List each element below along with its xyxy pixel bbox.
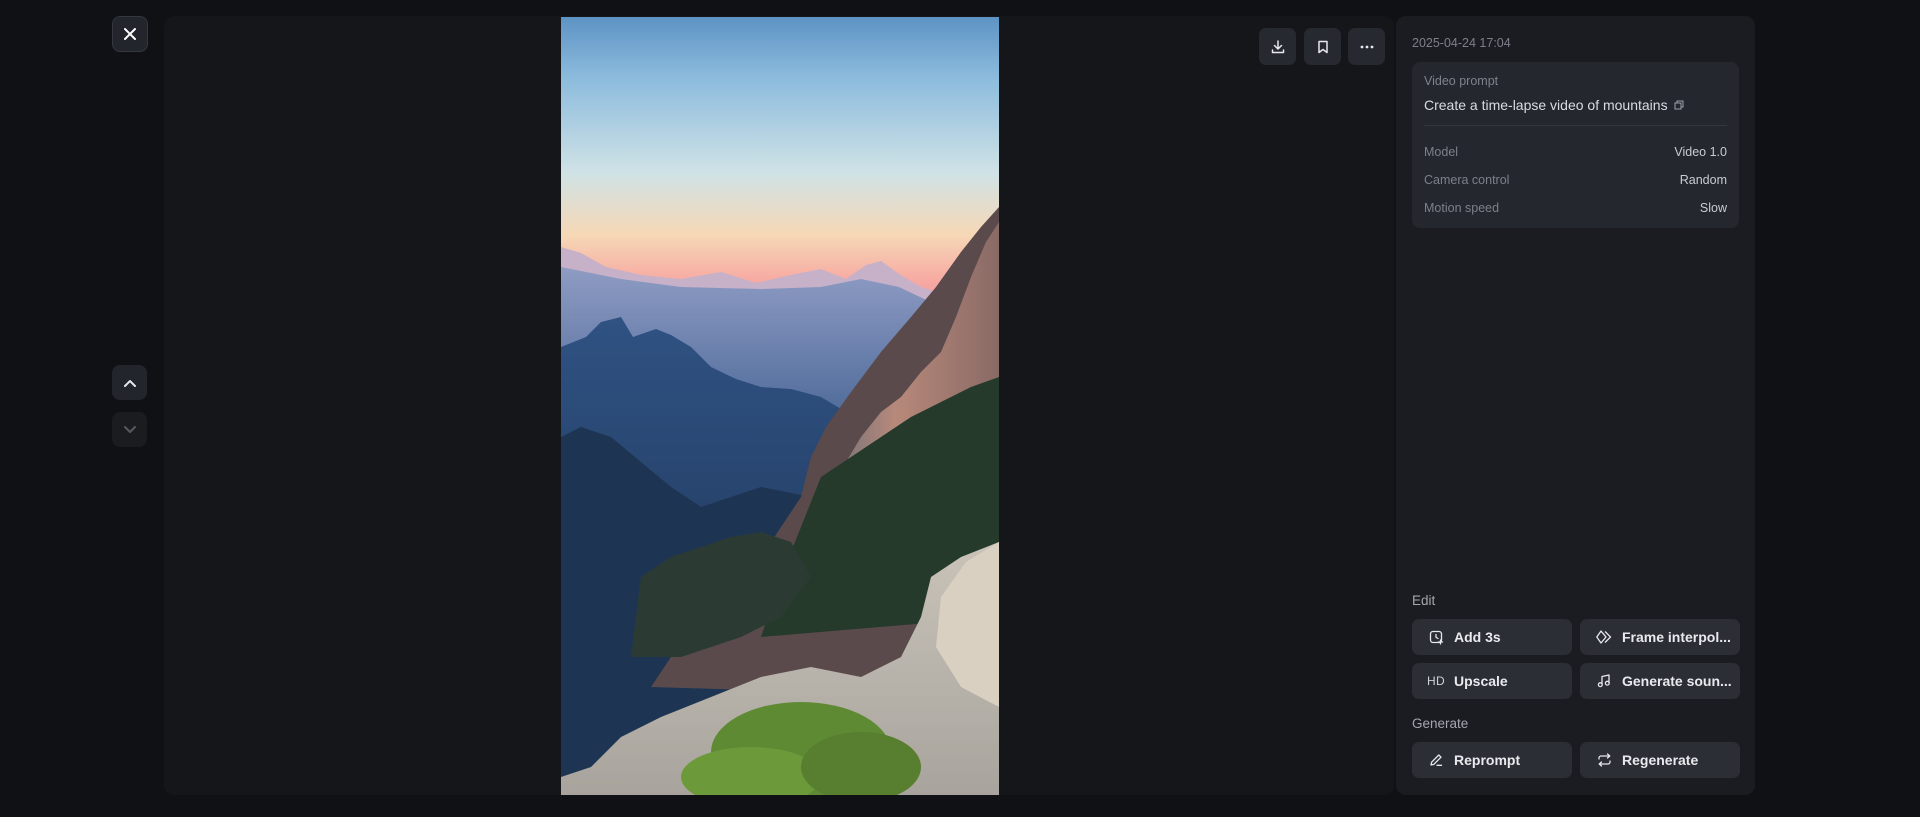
meta-value: Slow [1699,201,1727,215]
generate-sound-button[interactable]: Generate soun... [1580,663,1740,699]
meta-row-model: Model Video 1.0 [1424,143,1727,161]
close-icon [124,28,136,40]
music-note-icon [1596,673,1612,689]
bookmark-icon [1317,40,1328,53]
meta-row-camera-control: Camera control Random [1424,171,1727,189]
meta-row-motion-speed: Motion speed Slow [1424,199,1727,217]
pencil-icon [1428,752,1444,768]
meta-key: Model [1424,145,1459,159]
meta-key: Motion speed [1424,201,1500,215]
download-icon [1271,39,1284,53]
meta-value: Video 1.0 [1674,145,1727,159]
add-3s-button[interactable]: Add 3s [1412,619,1572,655]
copy-icon[interactable] [1674,100,1684,110]
hd-icon: HD [1427,673,1445,689]
diamond-frames-icon [1596,629,1612,645]
chevron-down-icon [123,425,136,433]
prompt-text-row: Create a time-lapse video of mountains [1424,97,1684,113]
card-divider [1424,125,1727,126]
mountain-video-frame [561,17,999,795]
prompt-info-card: Video prompt Create a time-lapse video o… [1412,62,1739,228]
frame-interpolation-button[interactable]: Frame interpol... [1580,619,1740,655]
bookmark-button[interactable] [1304,28,1341,65]
generate-sound-label: Generate soun... [1622,673,1732,689]
meta-value: Random [1679,173,1727,187]
upscale-button[interactable]: HD Upscale [1412,663,1572,699]
video-preview[interactable] [561,17,999,795]
more-options-button[interactable] [1348,28,1385,65]
hd-icon-text: HD [1427,674,1445,688]
edit-section-label: Edit [1412,593,1436,608]
clock-plus-icon [1428,629,1444,645]
reprompt-label: Reprompt [1454,752,1521,768]
regenerate-button[interactable]: Regenerate [1580,742,1740,778]
upscale-label: Upscale [1454,673,1508,689]
more-horizontal-icon [1360,45,1373,48]
generate-section-label: Generate [1412,716,1469,731]
close-button[interactable] [112,16,148,52]
prompt-text: Create a time-lapse video of mountains [1424,97,1668,113]
meta-key: Camera control [1424,173,1510,187]
repeat-icon [1596,752,1612,768]
regenerate-label: Regenerate [1622,752,1699,768]
download-button[interactable] [1259,28,1296,65]
prompt-label: Video prompt [1424,74,1499,88]
previous-button[interactable] [112,365,147,400]
chevron-up-icon [123,379,136,387]
reprompt-button[interactable]: Reprompt [1412,742,1572,778]
details-panel: 2025-04-24 17:04 Video prompt Create a t… [1396,16,1755,795]
add-3s-label: Add 3s [1454,629,1501,645]
creation-timestamp: 2025-04-24 17:04 [1412,36,1511,50]
media-viewer [164,16,1394,795]
frame-interpolation-label: Frame interpol... [1622,629,1731,645]
next-button[interactable] [112,412,147,447]
